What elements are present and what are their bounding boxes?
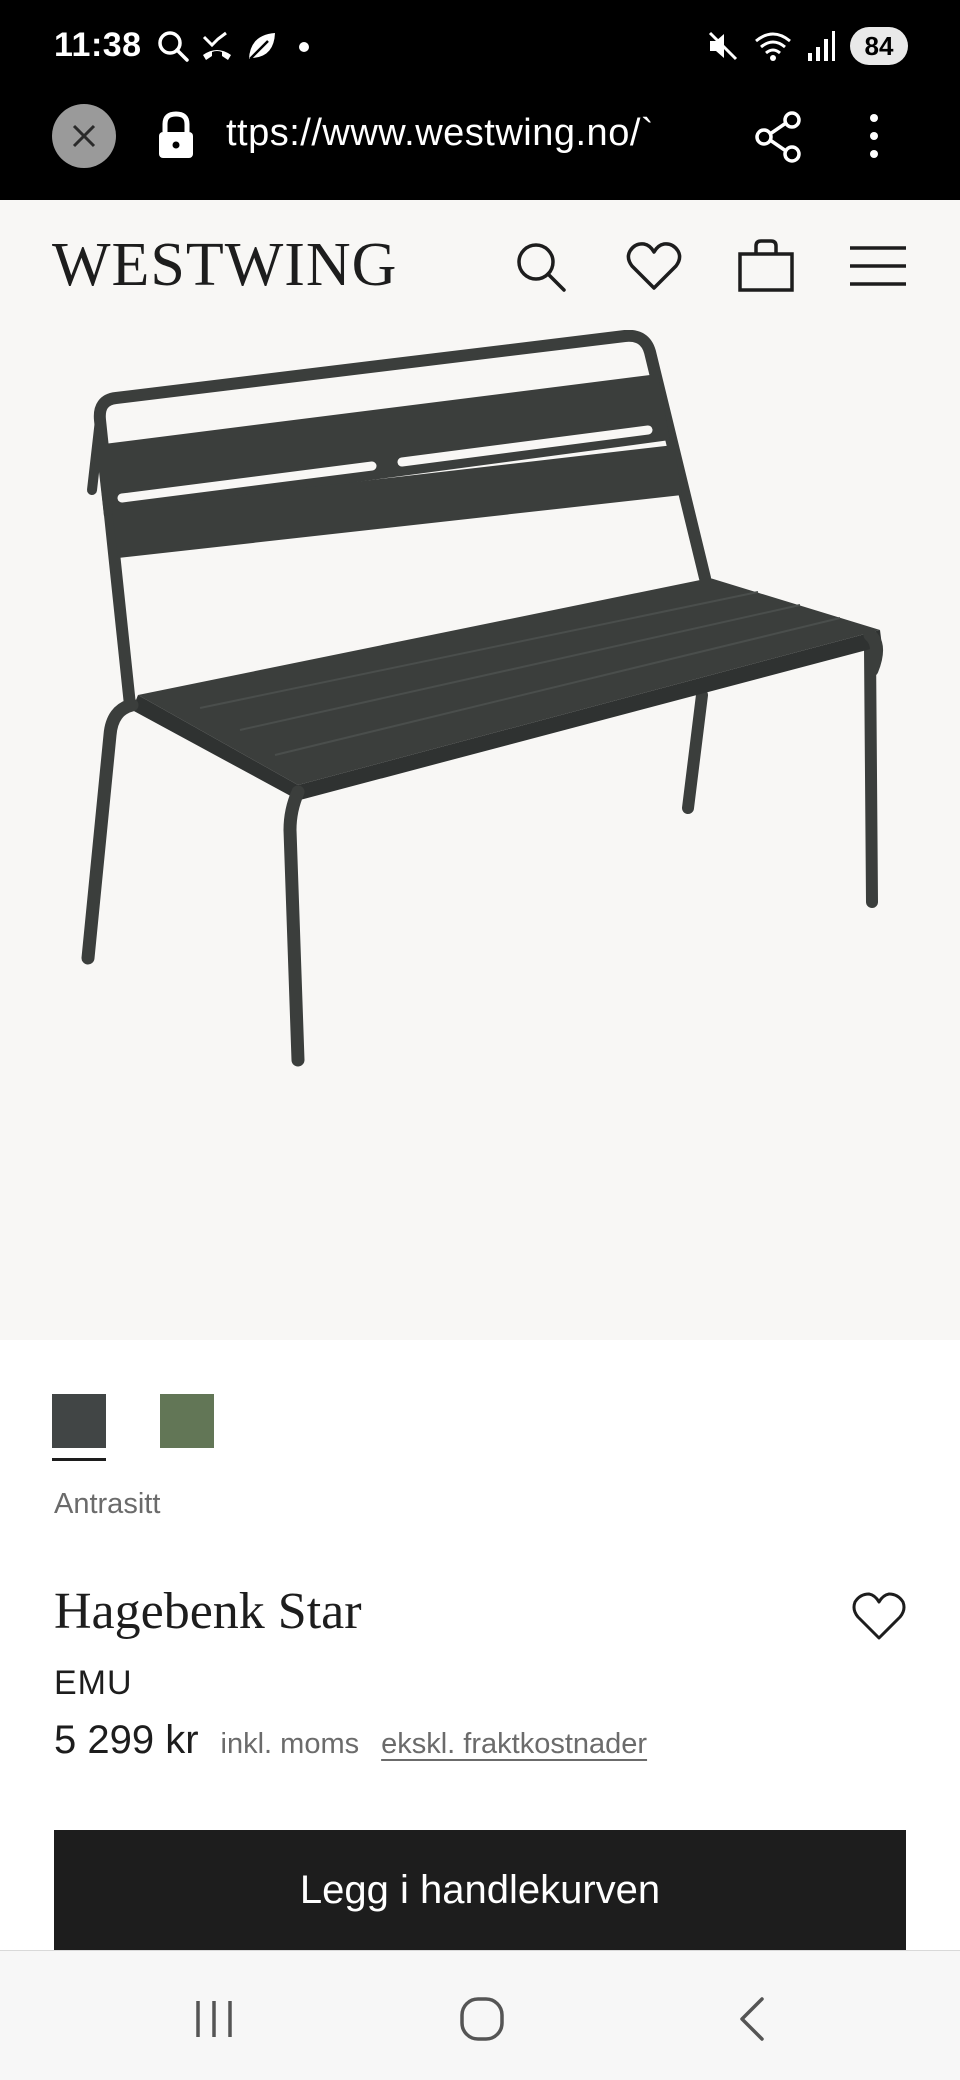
product-title: Hagebenk Star xyxy=(54,1583,362,1640)
swatch-green[interactable] xyxy=(160,1394,214,1448)
add-to-cart-button[interactable]: Legg i handlekurven xyxy=(54,1830,906,1950)
search-icon[interactable] xyxy=(510,236,570,296)
more-vert-icon[interactable] xyxy=(858,106,890,166)
lock-icon[interactable] xyxy=(154,110,198,162)
product-brand[interactable]: EMU xyxy=(54,1664,133,1703)
tax-info: inkl. moms xyxy=(220,1728,360,1760)
url-field[interactable]: ttps://www.westwing.no/` xyxy=(226,112,716,162)
swatch-antrasitt[interactable] xyxy=(52,1394,106,1448)
signal-icon xyxy=(808,31,835,61)
home-icon[interactable] xyxy=(452,1989,512,2049)
search-icon xyxy=(158,31,189,62)
recent-apps-icon[interactable] xyxy=(184,1989,244,2049)
status-time: 11:38 xyxy=(54,26,142,64)
leaf-icon xyxy=(249,33,275,60)
wishlist-heart-icon[interactable] xyxy=(850,1590,908,1642)
product-image[interactable] xyxy=(0,329,960,1340)
status-bar: 11:38 84 xyxy=(0,0,960,92)
site-header: WESTWING xyxy=(0,200,960,330)
missed-call-icon xyxy=(202,31,231,60)
close-tab-button[interactable] xyxy=(52,104,116,168)
mute-icon xyxy=(708,31,738,61)
bench-illustration xyxy=(81,329,883,1067)
selected-color-name: Antrasitt xyxy=(54,1488,161,1520)
battery-indicator: 84 xyxy=(850,27,908,65)
westwing-logo[interactable]: WESTWING xyxy=(52,230,397,301)
browser-toolbar: ttps://www.westwing.no/` xyxy=(0,92,960,200)
heart-icon[interactable] xyxy=(624,236,684,296)
price-line: 5 299 kr inkl. moms ekskl. fraktkostnade… xyxy=(54,1718,647,1763)
system-nav-bar xyxy=(0,1950,960,2080)
dot-icon xyxy=(299,42,309,52)
wifi-icon xyxy=(755,32,791,61)
status-system-icons: 84 xyxy=(706,24,908,68)
close-icon xyxy=(72,124,96,148)
bag-icon[interactable] xyxy=(736,236,796,296)
status-notification-icons xyxy=(156,26,318,66)
product-price: 5 299 kr xyxy=(54,1718,199,1762)
share-icon[interactable] xyxy=(752,110,806,164)
shipping-cost-link[interactable]: ekskl. fraktkostnader xyxy=(381,1728,647,1761)
menu-icon[interactable] xyxy=(848,236,908,296)
back-icon[interactable] xyxy=(722,1989,782,2049)
swatch-selected-indicator xyxy=(52,1458,106,1461)
